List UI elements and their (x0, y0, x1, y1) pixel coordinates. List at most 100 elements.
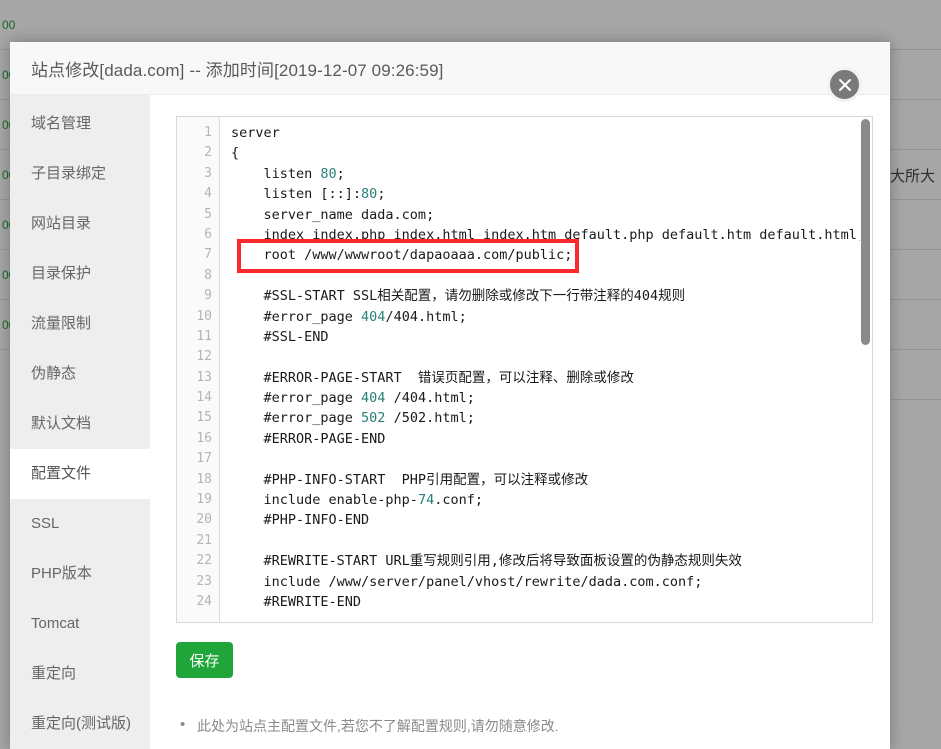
line-number: 9 (204, 288, 212, 304)
line-number: 2 (204, 145, 212, 161)
modal-body: 域名管理 子目录绑定 网站目录 目录保护 流量限制 伪静态 默认文档 配置文件 SSL PHP版本… (10, 95, 890, 749)
code-token: #PHP-INFO-END (231, 512, 370, 529)
code-line: include enable-php-74.conf; (231, 490, 860, 510)
code-token: #PHP-INFO-START PHP引用配置，可以注释或修改 (231, 471, 589, 488)
code-token: #ERROR-PAGE-END (231, 430, 386, 447)
code-line: #REWRITE-START URL重写规则引用,修改后将导致面板设置的伪静态规… (231, 551, 860, 571)
line-number: 15 (196, 410, 212, 426)
code-number-token: 502 (361, 410, 386, 427)
line-number: 14 (196, 390, 212, 406)
sidebar-item-子目录绑定[interactable]: 子目录绑定 (10, 149, 150, 199)
code-token: ; (336, 165, 345, 182)
line-number: 16 (196, 430, 212, 446)
code-token: server_name dada.com; (231, 206, 435, 223)
code-token: { (231, 145, 240, 162)
line-number: 17 (196, 451, 212, 467)
line-number: 22 (196, 553, 212, 569)
line-number: 4 (204, 186, 212, 202)
code-token: #error_page (231, 308, 362, 325)
code-token: ; (377, 186, 386, 203)
sidebar-item-网站目录[interactable]: 网站目录 (10, 199, 150, 249)
code-token: listen [::]: (231, 186, 362, 203)
code-line: #REWRITE-END (231, 592, 860, 612)
code-token: #error_page (231, 390, 362, 407)
line-number: 12 (196, 349, 212, 365)
line-number: 8 (204, 267, 212, 283)
line-number: 7 (204, 247, 212, 263)
config-file-editor[interactable]: 1 2 3 4 5 6 7 8 9 10 11 12 13 14 15 16 17 18 19 20 21 22 23 24 … (176, 116, 873, 623)
code-line: { (231, 143, 860, 163)
editor-scrollbar[interactable] (861, 119, 870, 620)
line-number-gutter: 1 2 3 4 5 6 7 8 9 10 11 12 13 14 15 16 17 18 19 20 21 22 23 24 (177, 117, 220, 622)
code-number-token: 404 (361, 308, 386, 325)
code-token: #SSL-START SSL相关配置，请勿删除或修改下一行带注释的404规则 (231, 288, 686, 305)
sidebar-item-流量限制[interactable]: 流量限制 (10, 299, 150, 349)
sidebar-item-重定向(测试版)[interactable]: 重定向(测试版) (10, 699, 150, 749)
code-token: include enable-php- (231, 492, 418, 509)
line-number: 10 (196, 308, 212, 324)
code-token: listen (231, 165, 321, 182)
sidebar-item-重定向[interactable]: 重定向 (10, 649, 150, 699)
code-line: #error_page 502 /502.html; (231, 408, 860, 428)
code-line: root /www/wwwroot/dapaoaaa.com/public; (231, 245, 860, 265)
line-number: 21 (196, 532, 212, 548)
sidebar-item-默认文档[interactable]: 默认文档 (10, 399, 150, 449)
code-line: listen [::]:80; (231, 184, 860, 204)
code-number-token: 404 (361, 390, 386, 407)
line-number: 20 (196, 512, 212, 528)
sidebar-item-伪静态[interactable]: 伪静态 (10, 349, 150, 399)
modal-sidebar: 域名管理 子目录绑定 网站目录 目录保护 流量限制 伪静态 默认文档 配置文件 SSL PHP版本… (10, 95, 150, 749)
line-number: 1 (204, 125, 212, 140)
code-token: /404.html; (385, 390, 475, 407)
code-line: server (231, 123, 860, 143)
code-line: listen 80; (231, 164, 860, 184)
close-x-glyph (838, 78, 851, 91)
line-number: 18 (196, 471, 212, 487)
save-button[interactable]: 保存 (176, 642, 233, 678)
close-icon[interactable] (827, 67, 862, 102)
code-token: #error_page (231, 410, 362, 427)
code-line: #SSL-END (231, 327, 860, 347)
sidebar-item-PHP版本[interactable]: PHP版本 (10, 549, 150, 599)
editor-scrollbar-thumb[interactable] (861, 119, 870, 345)
code-line: #PHP-INFO-START PHP引用配置，可以注释或修改 (231, 470, 860, 490)
site-modify-modal: 站点修改[dada.com] -- 添加时间[2019-12-07 09:26:… (10, 42, 890, 749)
sidebar-item-域名管理[interactable]: 域名管理 (10, 99, 150, 149)
code-line: #error_page 404/404.html; (231, 307, 860, 327)
code-number-token: 80 (361, 186, 378, 203)
line-number: 11 (196, 328, 212, 344)
line-number: 13 (196, 369, 212, 385)
code-line: #error_page 404 /404.html; (231, 388, 860, 408)
line-number: 3 (204, 165, 212, 181)
code-token: root /www/wwwroot/dapaoaaa.com/public; (231, 247, 573, 264)
code-line: server_name dada.com; (231, 205, 860, 225)
modal-content: 1 2 3 4 5 6 7 8 9 10 11 12 13 14 15 16 17 18 19 20 21 22 23 24 … (150, 95, 890, 749)
note-item: 此处为站点主配置文件,若您不了解配置规则,请勿随意修改. (176, 715, 874, 736)
code-area[interactable]: server{ listen 80; listen [::]:80; serve… (221, 117, 860, 622)
sidebar-item-Tomcat[interactable]: Tomcat (10, 599, 150, 649)
code-token: #REWRITE-END (231, 593, 362, 610)
page-title: 站点修改[dada.com] -- 添加时间[2019-12-07 09:26:… (31, 60, 444, 80)
modal-header: 站点修改[dada.com] -- 添加时间[2019-12-07 09:26:… (10, 42, 890, 95)
code-line: #SSL-START SSL相关配置，请勿删除或修改下一行带注释的404规则 (231, 286, 860, 306)
code-line: #ERROR-PAGE-END (231, 429, 860, 449)
code-number-token: 74 (417, 492, 435, 509)
line-number: 23 (196, 573, 212, 589)
sidebar-item-配置文件[interactable]: 配置文件 (10, 449, 150, 499)
code-token: include /www/server/panel/vhost/rewrite/… (231, 573, 703, 590)
code-number-token: 80 (320, 165, 337, 182)
code-token: #ERROR-PAGE-START 错误页配置，可以注释、删除或修改 (231, 369, 634, 386)
code-line: #PHP-INFO-END (231, 510, 860, 530)
code-token: /502.html; (385, 410, 475, 427)
line-number: 19 (196, 492, 212, 508)
code-token: #REWRITE-START URL重写规则引用,修改后将导致面板设置的伪静态规… (231, 553, 742, 570)
line-number: 24 (196, 593, 212, 609)
sidebar-item-SSL[interactable]: SSL (10, 499, 150, 549)
sidebar-item-目录保护[interactable]: 目录保护 (10, 249, 150, 299)
code-token: #SSL-END (231, 328, 329, 345)
code-token: .conf; (434, 492, 483, 509)
code-token: /404.html; (385, 308, 467, 325)
